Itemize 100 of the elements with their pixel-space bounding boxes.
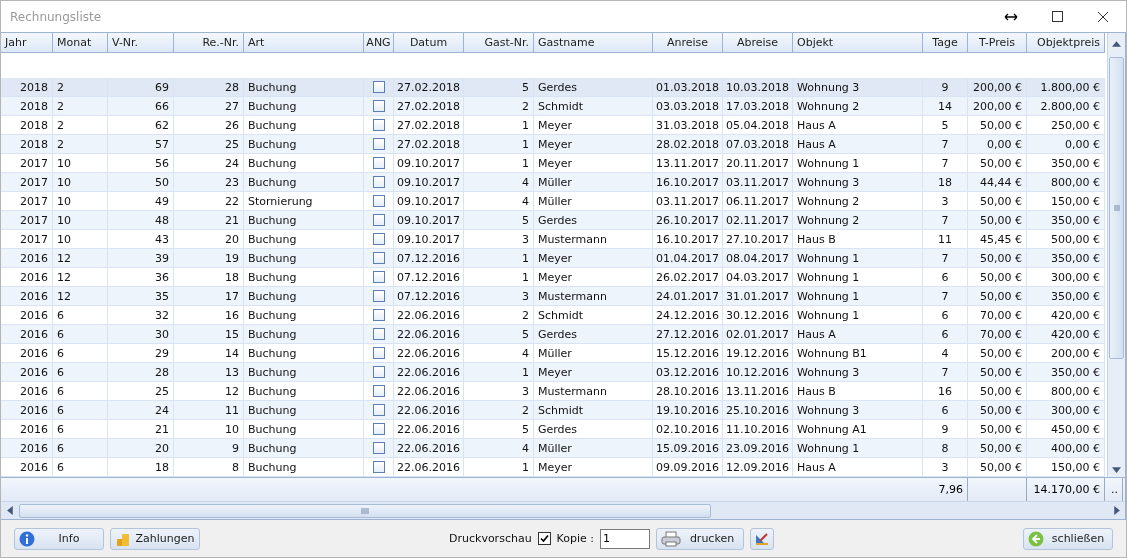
scroll-left-icon[interactable] — [5, 506, 15, 515]
table-cell: 35 — [108, 287, 174, 306]
table-cell: Gerdes — [534, 420, 653, 439]
checkbox[interactable] — [372, 442, 385, 454]
scrollbar-thumb[interactable] — [19, 503, 711, 518]
table-cell: Schmidt — [534, 401, 653, 420]
print-button[interactable]: drucken — [656, 527, 744, 550]
table-cell: 6 — [53, 439, 108, 458]
table-cell: 6 — [53, 325, 108, 344]
checkbox[interactable] — [372, 138, 385, 150]
table-cell: 12 — [53, 249, 108, 268]
scroll-up-icon[interactable] — [1112, 39, 1121, 49]
column-header[interactable]: Gast-Nr. — [464, 33, 534, 53]
checkbox[interactable] — [372, 233, 385, 245]
table-cell: 26 — [174, 116, 244, 135]
column-header[interactable]: V-Nr. — [108, 33, 174, 53]
table-cell: 10 — [53, 173, 108, 192]
checkbox[interactable] — [372, 347, 385, 359]
table-cell: 07.12.2016 — [394, 268, 464, 287]
column-header[interactable]: ANG — [364, 33, 394, 53]
table-cell: 20 — [174, 230, 244, 249]
column-header[interactable]: Abreise — [723, 33, 793, 53]
table-cell: Mustermann — [534, 230, 653, 249]
table-cell: 6 — [53, 382, 108, 401]
checkbox[interactable] — [372, 119, 385, 131]
table-cell: Haus A — [793, 135, 923, 154]
column-header[interactable]: T-Preis — [968, 33, 1027, 53]
payments-button[interactable]: Zahlungen — [110, 527, 200, 550]
table-cell: 2016 — [1, 458, 53, 477]
column-header[interactable]: Art — [244, 33, 364, 53]
table-cell: 28 — [108, 363, 174, 382]
table-cell: 2 — [464, 97, 534, 116]
table-cell: 1 — [464, 154, 534, 173]
table-cell: Buchung — [244, 211, 364, 230]
checkbox[interactable] — [372, 328, 385, 340]
column-header[interactable]: Re.-Nr. — [174, 33, 244, 53]
table-cell: 02.10.2016 — [653, 420, 723, 439]
checkbox[interactable] — [372, 214, 385, 226]
checkbox[interactable] — [372, 366, 385, 378]
table-cell: 27.02.2018 — [394, 78, 464, 97]
table-cell: 3 — [464, 382, 534, 401]
table-cell: Buchung — [244, 458, 364, 477]
column-header[interactable]: Monat — [53, 33, 108, 53]
column-header[interactable]: Anreise — [653, 33, 723, 53]
info-icon — [19, 530, 35, 547]
table-cell: 50,00 € — [968, 344, 1027, 363]
copies-field[interactable]: 1 — [600, 528, 650, 549]
checkbox[interactable] — [372, 81, 385, 93]
checkbox[interactable] — [372, 195, 385, 207]
table-cell: 69 — [108, 78, 174, 97]
close-window-button[interactable]: schließen — [1023, 527, 1113, 550]
table-cell: Müller — [534, 344, 653, 363]
table-cell: 14 — [174, 344, 244, 363]
table-cell: Haus A — [793, 458, 923, 477]
column-header[interactable]: Jahr — [1, 33, 53, 53]
scroll-right-icon[interactable] — [1111, 506, 1121, 515]
table-cell: Mustermann — [534, 287, 653, 306]
table-cell: Buchung — [244, 78, 364, 97]
table-cell: 1 — [464, 458, 534, 477]
column-header[interactable]: Tage — [923, 33, 968, 53]
checkbox[interactable] — [372, 157, 385, 169]
checkbox[interactable] — [372, 252, 385, 264]
table-cell: 6 — [53, 306, 108, 325]
table-cell: 1.800,00 € — [1027, 78, 1105, 97]
table-cell: Gerdes — [534, 325, 653, 344]
table-cell: 03.11.2017 — [653, 192, 723, 211]
checkbox[interactable] — [372, 100, 385, 112]
table-cell: Wohnung 2 — [793, 192, 923, 211]
table-cell: 16 — [174, 306, 244, 325]
checkbox[interactable] — [372, 271, 385, 283]
column-header[interactable]: Gastname — [534, 33, 653, 53]
table-cell: 28.10.2016 — [653, 382, 723, 401]
checkbox[interactable] — [372, 290, 385, 302]
table-cell: 15 — [174, 325, 244, 344]
scrollbar-thumb[interactable] — [1109, 57, 1124, 359]
table-cell: 31.03.2018 — [653, 116, 723, 135]
info-button[interactable]: Info — [14, 527, 104, 550]
table-cell: 22.06.2016 — [394, 420, 464, 439]
checkbox[interactable] — [372, 309, 385, 321]
checkbox[interactable] — [372, 461, 385, 473]
table-cell: 6 — [923, 268, 968, 287]
column-header[interactable]: Objektpreis — [1027, 33, 1105, 53]
checkbox[interactable] — [372, 404, 385, 416]
checkbox[interactable] — [372, 385, 385, 397]
column-header[interactable]: Objekt — [793, 33, 923, 53]
table-cell: 19.12.2016 — [723, 344, 793, 363]
table-cell: 200,00 € — [968, 78, 1027, 97]
table-cell: 4 — [923, 344, 968, 363]
table-cell: Buchung — [244, 363, 364, 382]
checkbox[interactable] — [372, 176, 385, 188]
table-cell: 6 — [53, 344, 108, 363]
print-preview-checkbox[interactable] — [537, 532, 551, 545]
table-cell: 50,00 € — [968, 420, 1027, 439]
table-cell: 62 — [108, 116, 174, 135]
table-cell: 2.800,00 € — [1027, 97, 1105, 116]
checkbox[interactable] — [372, 423, 385, 435]
scroll-down-icon[interactable] — [1112, 464, 1121, 474]
table-cell: Wohnung 1 — [793, 439, 923, 458]
column-header[interactable]: Datum — [394, 33, 464, 53]
ruler-pencil-icon[interactable] — [750, 527, 774, 550]
